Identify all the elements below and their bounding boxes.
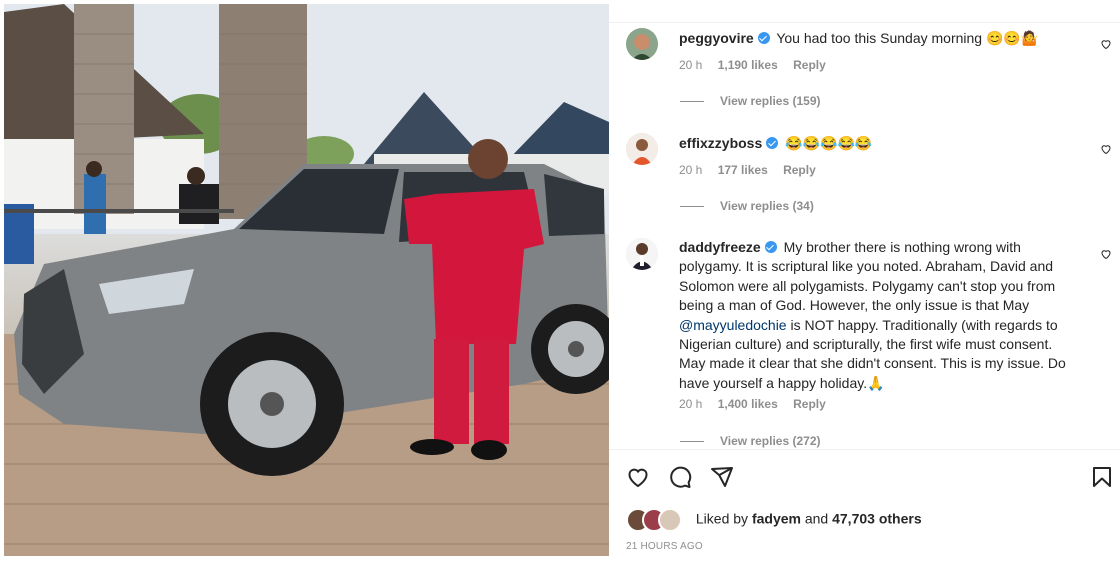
- comment-username[interactable]: daddyfreeze: [679, 239, 761, 255]
- view-replies-label: View replies (159): [720, 94, 821, 108]
- emoji: 😊: [1003, 30, 1021, 46]
- emoji: 😂: [802, 135, 821, 151]
- mention-link[interactable]: @mayyuledochie: [679, 317, 787, 333]
- post-actions: Liked by fadyem and 47,703 others 21 HOU…: [609, 449, 1120, 561]
- emoji: 😂: [820, 135, 838, 151]
- emoji: 🙏: [867, 374, 885, 391]
- view-replies-label: View replies (34): [720, 199, 814, 213]
- liked-by-and: and: [804, 510, 829, 527]
- emoji: 😂: [837, 135, 855, 151]
- like-comment-heart-icon[interactable]: [1100, 143, 1112, 155]
- bookmark-icon[interactable]: [1090, 465, 1114, 489]
- comment-username[interactable]: effixzzyboss: [679, 135, 762, 151]
- share-icon[interactable]: [710, 465, 734, 489]
- avatar[interactable]: [626, 238, 658, 270]
- comment-time[interactable]: 20 h: [679, 397, 702, 411]
- emoji-group: 😊😊🤷: [986, 30, 1038, 46]
- verified-badge-icon: [766, 137, 779, 149]
- comment-time[interactable]: 20 h: [679, 58, 702, 72]
- top-divider: [609, 22, 1120, 23]
- post-timestamp[interactable]: 21 HOURS AGO: [626, 541, 703, 552]
- comment-meta: 20 h 177 likes Reply: [679, 163, 828, 177]
- like-comment-heart-icon[interactable]: [1100, 38, 1112, 50]
- liked-by-others[interactable]: 47,703 others: [832, 511, 922, 527]
- comment-likes[interactable]: 177 likes: [718, 163, 768, 177]
- avatar[interactable]: [626, 28, 658, 60]
- post-photo-illustration: [4, 4, 609, 556]
- comment-meta: 20 h 1,400 likes Reply: [679, 397, 838, 411]
- liked-by-line: Liked by fadyem and 47,703 others: [626, 508, 922, 532]
- reply-button[interactable]: Reply: [783, 163, 816, 177]
- replies-divider-line: [680, 206, 704, 208]
- liked-by-user[interactable]: fadyem: [752, 511, 801, 527]
- post-photo[interactable]: [4, 4, 609, 556]
- comment-meta: 20 h 1,190 likes Reply: [679, 58, 838, 72]
- verified-badge-icon: [764, 241, 777, 253]
- view-replies-button[interactable]: View replies (272): [680, 434, 821, 448]
- like-comment-heart-icon[interactable]: [1100, 248, 1112, 260]
- heart-icon[interactable]: [626, 465, 650, 489]
- view-replies-label: View replies (272): [720, 434, 821, 448]
- emoji: 😂: [854, 135, 873, 151]
- comment-body: daddyfreeze My brother there is nothing …: [679, 238, 1080, 393]
- comment-text: You had too this Sunday morning: [776, 30, 983, 46]
- comments-panel: peggyovire You had too this Sunday morni…: [609, 0, 1120, 561]
- comment-likes[interactable]: 1,190 likes: [718, 58, 778, 72]
- comment-username[interactable]: peggyovire: [679, 30, 754, 46]
- emoji: 🤷: [1020, 30, 1039, 46]
- view-replies-button[interactable]: View replies (34): [680, 199, 814, 213]
- comment-likes[interactable]: 1,400 likes: [718, 397, 778, 411]
- avatar[interactable]: [626, 133, 658, 165]
- emoji: 😊: [985, 30, 1004, 46]
- emoji-group: 😂😂😂😂😂: [785, 135, 872, 151]
- reply-button[interactable]: Reply: [793, 58, 826, 72]
- reply-button[interactable]: Reply: [793, 397, 826, 411]
- liked-by-prefix: Liked by: [695, 510, 749, 527]
- comment-icon[interactable]: [668, 465, 692, 489]
- comment-body: peggyovire You had too this Sunday morni…: [679, 29, 1080, 48]
- comment-body: effixzzyboss 😂😂😂😂😂: [679, 134, 1080, 153]
- comment-time[interactable]: 20 h: [679, 163, 702, 177]
- view-replies-button[interactable]: View replies (159): [680, 94, 821, 108]
- replies-divider-line: [680, 441, 704, 443]
- replies-divider-line: [680, 101, 704, 103]
- liker-avatar: [658, 508, 682, 532]
- emoji: 😂: [785, 135, 803, 151]
- verified-badge-icon: [757, 32, 770, 44]
